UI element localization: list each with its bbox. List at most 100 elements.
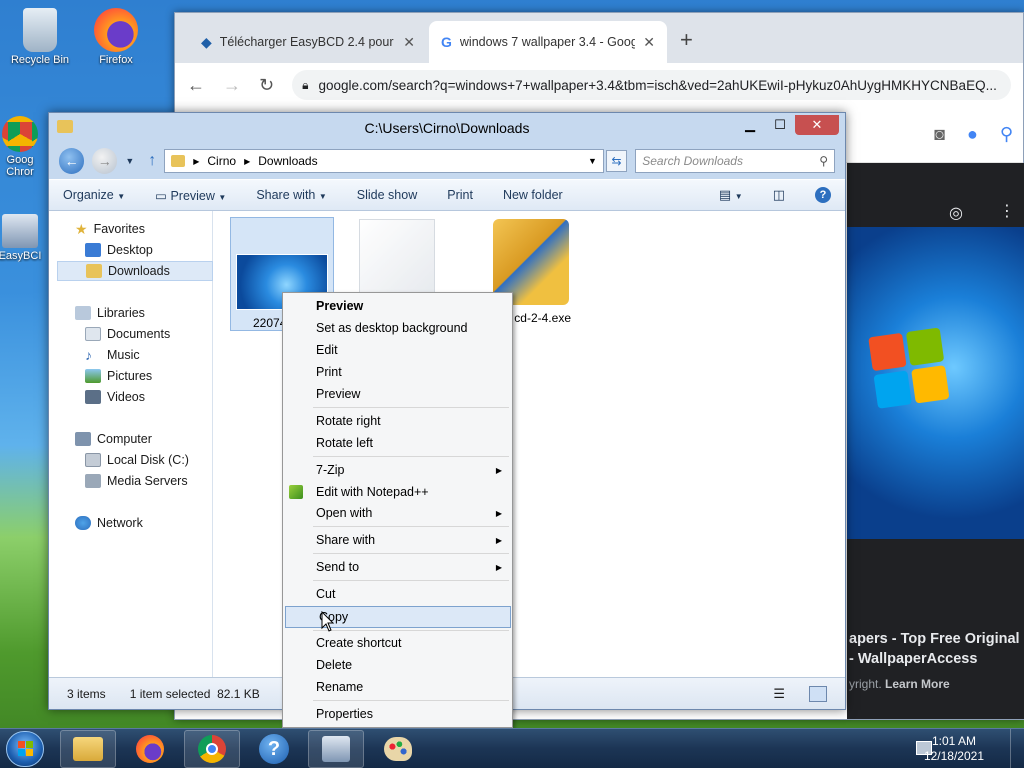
preview-title[interactable]: apers - Top Free Original - WallpaperAcc… — [849, 629, 1020, 669]
show-desktop-button[interactable] — [1010, 729, 1024, 768]
slide-show-button[interactable]: Slide show — [357, 188, 417, 202]
menu-separator — [313, 700, 509, 701]
nav-videos[interactable]: Videos — [85, 387, 145, 407]
breadcrumb-downloads[interactable]: Downloads — [258, 154, 317, 168]
easybcd-icon — [322, 736, 350, 762]
chrome-tab-google-images[interactable]: G windows 7 wallpaper 3.4 - Googl ✕ — [429, 21, 667, 63]
breadcrumb-separator-icon[interactable]: ▶ — [244, 157, 250, 166]
explorer-search-box[interactable]: Search Downloads ⚲ — [635, 149, 835, 173]
explorer-titlebar[interactable]: C:\Users\Cirno\Downloads ▁ ☐ ✕ — [49, 113, 845, 143]
explorer-navigation-row: ← → ▼ ↑ ▶ Cirno ▶ Downloads ▼ ⇆ Search D… — [49, 143, 845, 179]
help-icon[interactable]: ? — [815, 187, 831, 203]
menu-item-open-with[interactable]: Open with ▶ — [283, 502, 512, 524]
menu-item-7zip[interactable]: 7-Zip ▶ — [283, 459, 512, 481]
view-options-icon[interactable]: ▤ ▼ — [719, 187, 743, 203]
menu-item-cut[interactable]: Cut — [283, 583, 512, 605]
submenu-arrow-icon: ▶ — [495, 562, 502, 572]
forward-button[interactable]: → — [92, 148, 118, 174]
reload-icon[interactable]: ↻ — [259, 75, 274, 96]
menu-item-rotate-left[interactable]: Rotate left — [283, 432, 512, 454]
menu-item-share-with[interactable]: Share with ▶ — [283, 529, 512, 551]
refresh-button[interactable]: ⇆ — [605, 150, 628, 172]
lens-icon[interactable]: ◎ — [949, 203, 963, 223]
menu-separator — [313, 630, 509, 631]
nav-downloads[interactable]: Downloads — [57, 261, 213, 281]
nav-libraries[interactable]: Libraries — [75, 303, 145, 323]
close-button[interactable]: ✕ — [795, 115, 839, 135]
preview-image[interactable] — [847, 227, 1024, 539]
preview-pane-icon[interactable]: ◫ — [773, 187, 785, 203]
organize-button[interactable]: Organize ▼ — [63, 188, 125, 202]
taskbar-chrome[interactable] — [184, 730, 240, 768]
taskbar-easybcd[interactable] — [308, 730, 364, 768]
camera-icon[interactable]: ◙ — [934, 124, 945, 145]
print-button[interactable]: Print — [447, 188, 473, 202]
settings-file-icon — [359, 219, 435, 303]
menu-item-send-to[interactable]: Send to ▶ — [283, 556, 512, 578]
desktop-icon-label: EasyBCI — [0, 250, 42, 262]
up-arrow-icon[interactable]: ↑ — [148, 152, 156, 170]
preview-button[interactable]: ▭ Preview ▼ — [155, 188, 226, 203]
share-with-button[interactable]: Share with ▼ — [256, 188, 326, 202]
desktop-icon-chrome[interactable]: Goog Chror — [0, 116, 46, 178]
menu-item-preview[interactable]: Preview — [283, 383, 512, 405]
menu-item-preview-default[interactable]: Preview — [283, 295, 512, 317]
nav-media-servers[interactable]: Media Servers — [85, 471, 188, 491]
maximize-button[interactable]: ☐ — [765, 115, 795, 135]
nav-desktop[interactable]: Desktop — [85, 240, 153, 260]
learn-more-link[interactable]: Learn More — [885, 677, 950, 691]
paint-palette-icon — [384, 737, 412, 761]
new-tab-icon[interactable]: + — [680, 27, 693, 53]
recent-pages-chevron-icon[interactable]: ▼ — [125, 156, 134, 166]
nav-local-disk[interactable]: Local Disk (C:) — [85, 450, 189, 470]
large-icons-view-icon[interactable] — [809, 685, 827, 702]
menu-item-delete[interactable]: Delete — [283, 654, 512, 676]
menu-item-copy[interactable]: Copy — [285, 606, 511, 628]
taskbar-clock[interactable]: 1:01 AM 12/18/2021 — [924, 734, 984, 764]
nav-computer[interactable]: Computer — [75, 429, 152, 449]
menu-item-create-shortcut[interactable]: Create shortcut — [283, 632, 512, 654]
menu-item-set-desktop-background[interactable]: Set as desktop background — [283, 317, 512, 339]
menu-separator — [313, 407, 509, 408]
chrome-tab-easybcd[interactable]: ◆ Télécharger EasyBCD 2.4 pour W ✕ — [189, 21, 427, 63]
new-folder-button[interactable]: New folder — [503, 188, 563, 202]
videos-icon — [85, 390, 101, 404]
address-bar[interactable]: 🔒︎ google.com/search?q=windows+7+wallpap… — [292, 70, 1011, 100]
desktop-icon-firefox[interactable]: Firefox — [78, 8, 154, 66]
menu-item-rename[interactable]: Rename — [283, 676, 512, 698]
taskbar-help[interactable]: ? — [246, 730, 302, 768]
nav-documents[interactable]: Documents — [85, 324, 170, 344]
search-icon[interactable]: ⚲ — [1000, 124, 1013, 145]
more-options-icon[interactable]: ⋮ — [999, 201, 1015, 221]
back-arrow-icon[interactable]: ← — [187, 75, 205, 96]
desktop-icon-easybcd[interactable]: EasyBCI — [0, 214, 46, 262]
taskbar-firefox[interactable] — [122, 730, 178, 768]
menu-item-rotate-right[interactable]: Rotate right — [283, 410, 512, 432]
menu-item-edit[interactable]: Edit — [283, 339, 512, 361]
back-button[interactable]: ← — [59, 148, 85, 174]
address-dropdown-icon[interactable]: ▼ — [588, 156, 597, 166]
desktop-icon-recycle-bin[interactable]: Recycle Bin — [2, 8, 78, 66]
start-button[interactable] — [6, 731, 44, 767]
breadcrumb-cirno[interactable]: Cirno — [207, 154, 236, 168]
menu-item-properties[interactable]: Properties — [283, 703, 512, 725]
close-icon[interactable]: ✕ — [403, 34, 415, 51]
folder-icon — [171, 155, 186, 167]
explorer-address-bar[interactable]: ▶ Cirno ▶ Downloads ▼ — [164, 149, 604, 173]
menu-item-print[interactable]: Print — [283, 361, 512, 383]
nav-music[interactable]: ♪ Music — [85, 345, 140, 365]
taskbar-explorer[interactable] — [60, 730, 116, 768]
nav-pictures[interactable]: Pictures — [85, 366, 152, 386]
submenu-arrow-icon: ▶ — [495, 508, 502, 518]
minimize-button[interactable]: ▁ — [735, 115, 765, 135]
forward-arrow-icon[interactable]: → — [223, 75, 241, 96]
nav-favorites[interactable]: ★ Favorites — [75, 219, 145, 239]
details-view-icon[interactable]: ☰ — [773, 686, 785, 702]
nav-network[interactable]: Network — [75, 513, 143, 533]
breadcrumb-separator-icon[interactable]: ▶ — [193, 157, 199, 166]
search-icon[interactable]: ⚲ — [819, 154, 828, 168]
close-icon[interactable]: ✕ — [643, 34, 655, 51]
taskbar-paint[interactable] — [370, 730, 426, 768]
microphone-icon[interactable]: ● — [967, 124, 978, 145]
menu-item-edit-notepad[interactable]: Edit with Notepad++ — [283, 481, 512, 503]
